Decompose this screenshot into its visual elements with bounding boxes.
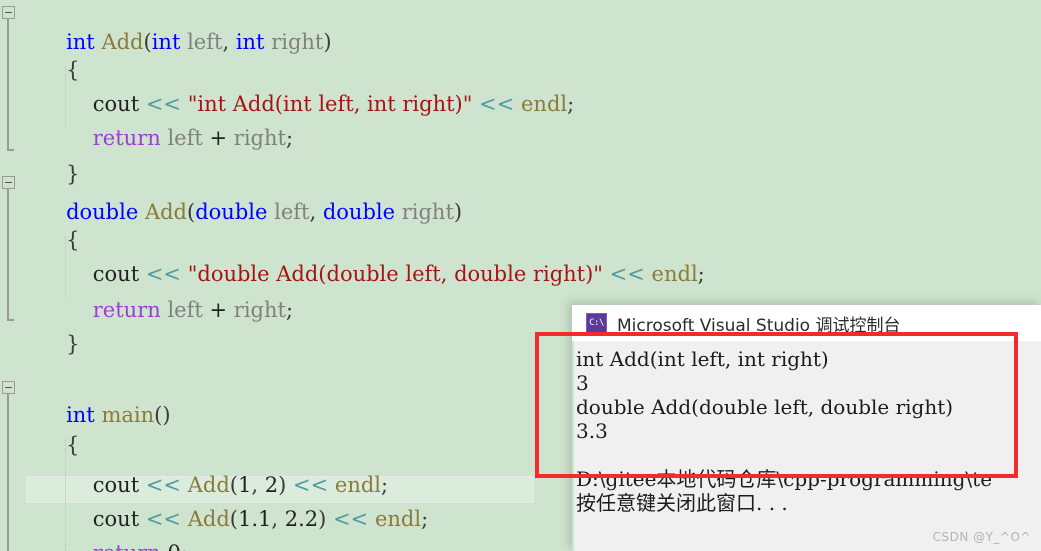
console-output-line: int Add(int left, int right) [576, 347, 829, 371]
console-left-edge [572, 341, 574, 551]
console-output-line: 3.3 [576, 419, 608, 443]
console-title: Microsoft Visual Studio 调试控制台 [617, 315, 901, 336]
code-line-6[interactable]: double Add(double left, double right) [0, 170, 462, 224]
console-output-prompt-line: 按任意键关闭此窗口. . . [576, 491, 788, 515]
console-output-blank-line [576, 443, 1041, 467]
code-line-5[interactable]: } [0, 132, 79, 186]
code-line-7[interactable]: { [0, 198, 79, 252]
code-line-2[interactable]: { [0, 28, 79, 82]
code-line-11[interactable] [0, 340, 73, 368]
console-app-icon-label: C:\ [589, 317, 604, 328]
code-line-8[interactable]: cout << "double Add(double left, double … [0, 232, 705, 286]
console-titlebar[interactable]: C:\ Microsoft Visual Studio 调试控制台 [572, 305, 1041, 341]
csdn-watermark: CSDN @Y_^O^ [932, 530, 1031, 544]
code-line-1[interactable]: int Add(int left, int right) [0, 0, 332, 54]
console-app-icon: C:\ [586, 312, 607, 334]
code-line-13[interactable]: { [0, 403, 79, 457]
code-line-12[interactable]: int main() [0, 373, 170, 427]
code-line-14[interactable]: cout << Add(1, 2) << endl; [0, 443, 388, 497]
console-output-line: 3 [576, 371, 589, 395]
console-window[interactable]: C:\ Microsoft Visual Studio 调试控制台 int Ad… [572, 305, 1041, 551]
code-line-3[interactable]: cout << "int Add(int left, int right)" <… [0, 62, 574, 116]
code-line-16[interactable]: return 0; [0, 511, 188, 551]
code-line-4[interactable]: return left + right; [0, 96, 293, 150]
screenshot-root: int Add(int left, int right) { cout << "… [0, 0, 1041, 551]
console-output-path-line: D:\gitee本地代码仓库\cpp-programming\te [576, 467, 993, 491]
code-line-10[interactable]: } [0, 302, 79, 356]
console-output-line: double Add(double left, double right) [576, 395, 954, 419]
console-output: int Add(int left, int right) 3 double Ad… [572, 341, 1041, 551]
code-line-15[interactable]: cout << Add(1.1, 2.2) << endl; [0, 477, 428, 531]
code-line-9[interactable]: return left + right; [0, 268, 293, 322]
